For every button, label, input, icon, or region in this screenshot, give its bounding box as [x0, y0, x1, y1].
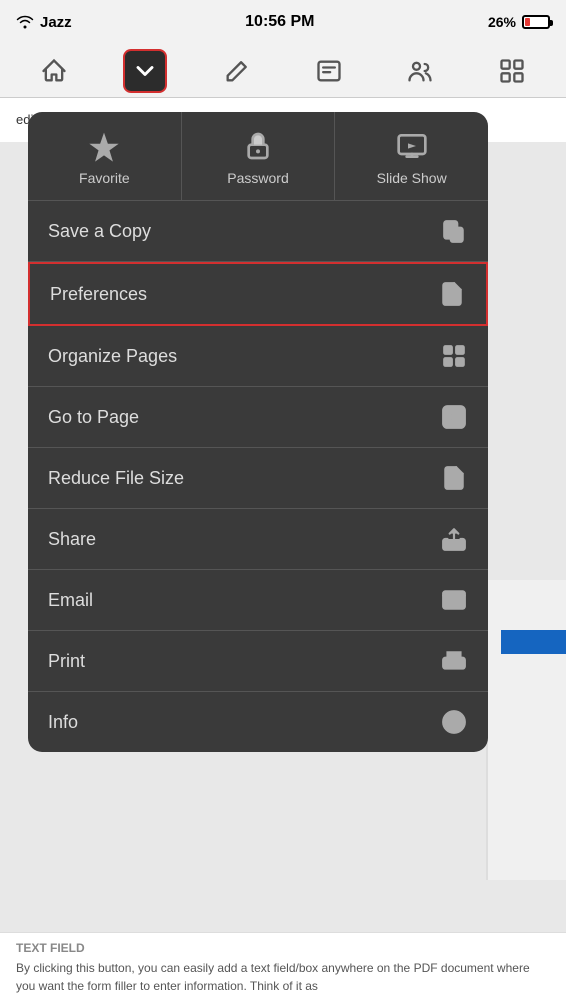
grid-icon: [498, 57, 526, 85]
blue-bar: [501, 630, 566, 654]
save-copy-item[interactable]: Save a Copy: [28, 201, 488, 262]
organize-pages-item[interactable]: Organize Pages: [28, 326, 488, 387]
share-item[interactable]: Share: [28, 509, 488, 570]
form-button[interactable]: [307, 49, 351, 93]
compress-icon: [440, 464, 468, 492]
share-icon: [440, 525, 468, 553]
users-icon: [406, 57, 434, 85]
right-form-overlay: [486, 580, 566, 880]
dropdown-menu: Favorite Password Slide Show Save a Copy: [28, 112, 488, 752]
bottom-text: By clicking this button, you can easily …: [16, 959, 550, 995]
slideshow-icon: [396, 130, 428, 162]
status-carrier: Jazz: [16, 14, 72, 31]
copy-icon: [440, 217, 468, 245]
favorite-label: Favorite: [79, 170, 130, 186]
print-label: Print: [48, 651, 85, 672]
go-to-page-item[interactable]: Go to Page: [28, 387, 488, 448]
users-button[interactable]: [398, 49, 442, 93]
reduce-file-size-item[interactable]: Reduce File Size: [28, 448, 488, 509]
status-bar: Jazz 10:56 PM 26%: [0, 0, 566, 44]
bottom-label: Text Field: [16, 941, 550, 955]
bottom-section: Text Field By clicking this button, you …: [0, 932, 566, 1007]
preferences-doc-icon: [438, 280, 466, 308]
apps-button[interactable]: [490, 49, 534, 93]
pencil-icon: [223, 57, 251, 85]
toolbar: [0, 44, 566, 98]
email-label: Email: [48, 590, 93, 611]
email-item[interactable]: Email: [28, 570, 488, 631]
home-button[interactable]: [32, 49, 76, 93]
favorite-button[interactable]: Favorite: [28, 112, 182, 200]
info-label: Info: [48, 712, 78, 733]
chevron-down-icon: [131, 57, 159, 85]
slideshow-button[interactable]: Slide Show: [335, 112, 488, 200]
battery-percent: 26%: [488, 14, 516, 30]
dropdown-button[interactable]: [123, 49, 167, 93]
organize-pages-icon: [440, 342, 468, 370]
print-item[interactable]: Print: [28, 631, 488, 692]
reduce-file-size-label: Reduce File Size: [48, 468, 184, 489]
status-battery-area: 26%: [488, 14, 550, 30]
lock-icon: [242, 130, 274, 162]
info-item[interactable]: Info: [28, 692, 488, 752]
status-time: 10:56 PM: [245, 13, 314, 31]
star-icon: [88, 130, 120, 162]
envelope-icon: [440, 586, 468, 614]
menu-icons-row: Favorite Password Slide Show: [28, 112, 488, 201]
info-icon: [440, 708, 468, 736]
wifi-icon: [16, 15, 34, 29]
password-label: Password: [227, 170, 288, 186]
preferences-label: Preferences: [50, 284, 147, 305]
form-icon: [315, 57, 343, 85]
carrier-name: Jazz: [40, 14, 72, 31]
arrow-right-icon: [440, 403, 468, 431]
battery-icon: [522, 15, 550, 29]
share-label: Share: [48, 529, 96, 550]
edit-button[interactable]: [215, 49, 259, 93]
save-copy-label: Save a Copy: [48, 221, 151, 242]
password-button[interactable]: Password: [182, 112, 336, 200]
organize-pages-label: Organize Pages: [48, 346, 177, 367]
go-to-page-label: Go to Page: [48, 407, 139, 428]
slideshow-label: Slide Show: [377, 170, 447, 186]
home-icon: [40, 57, 68, 85]
printer-icon: [440, 647, 468, 675]
preferences-item[interactable]: Preferences: [28, 262, 488, 326]
